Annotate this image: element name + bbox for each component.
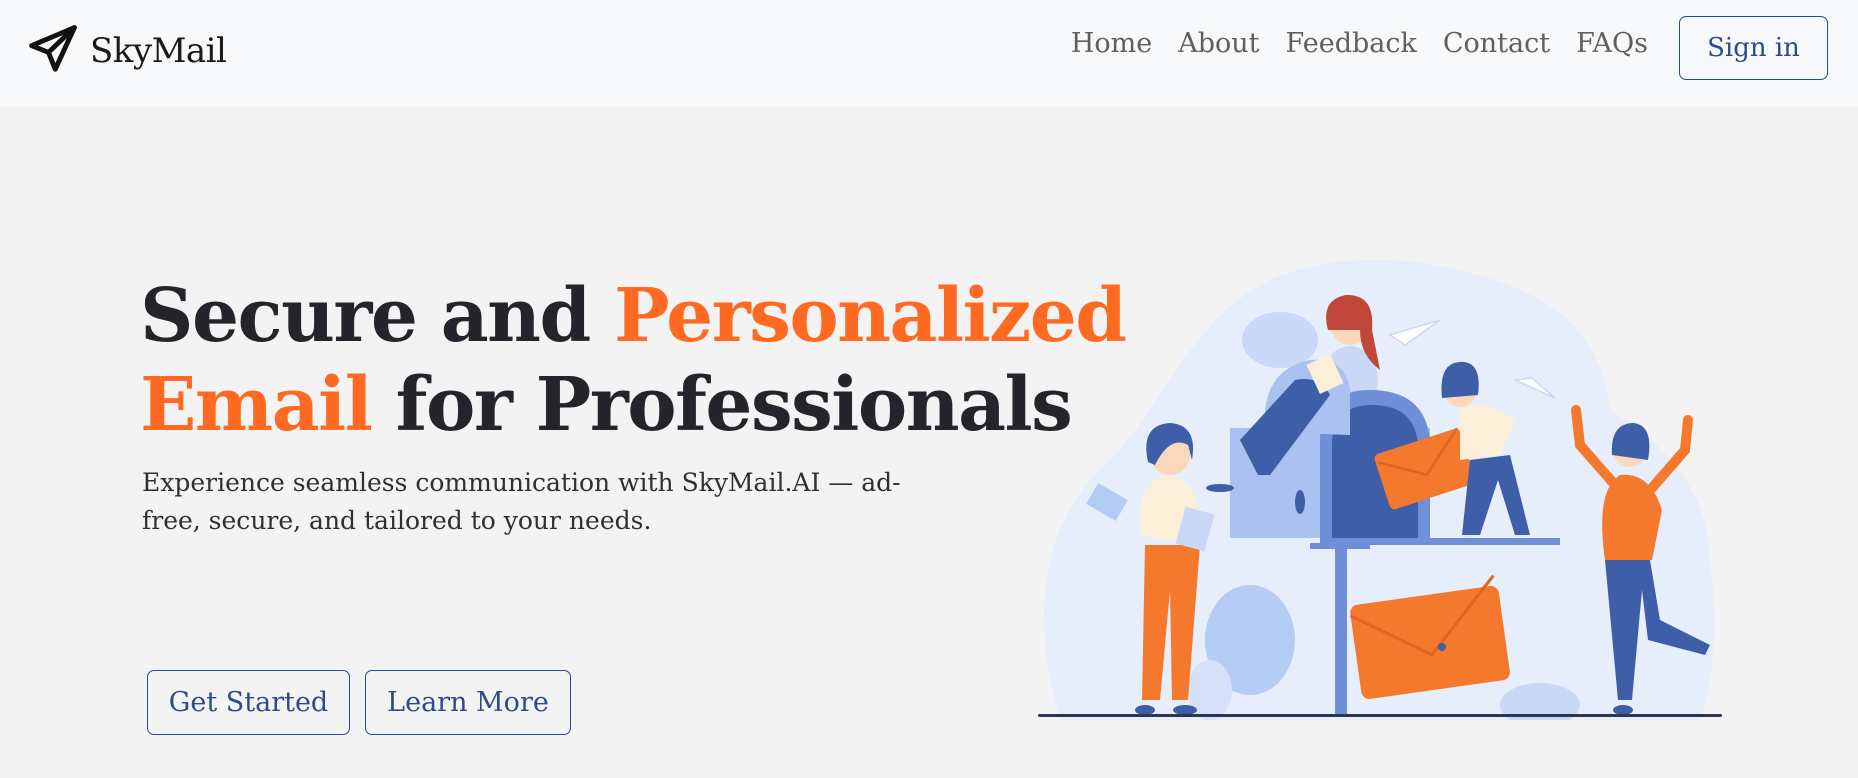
paper-plane-icon <box>26 22 80 80</box>
brand-name: SkyMail <box>90 31 227 71</box>
hero-title-accent: Email <box>140 362 373 448</box>
learn-more-button[interactable]: Learn More <box>365 670 571 735</box>
hero-title: Secure and Personalized Email for Profes… <box>140 272 1127 450</box>
hero-title-part: Secure and <box>140 273 614 359</box>
nav-link-about[interactable]: About <box>1178 28 1259 59</box>
navbar: SkyMail Home About Feedback Contact FAQs… <box>0 0 1858 107</box>
nav-link-home[interactable]: Home <box>1071 28 1152 59</box>
get-started-button[interactable]: Get Started <box>147 670 350 735</box>
hero-illustration <box>1038 260 1722 720</box>
brand-logo[interactable]: SkyMail <box>26 22 227 80</box>
nav-link-faqs[interactable]: FAQs <box>1576 28 1648 59</box>
nav-link-feedback[interactable]: Feedback <box>1286 28 1417 59</box>
hero-subtitle: Experience seamless communication with S… <box>142 468 901 535</box>
hero-title-part: for Professionals <box>371 362 1073 448</box>
ground-line <box>1038 714 1722 717</box>
sign-in-button[interactable]: Sign in <box>1679 16 1828 80</box>
nav-links: Home About Feedback Contact FAQs <box>1071 28 1648 59</box>
nav-link-contact[interactable]: Contact <box>1443 28 1550 59</box>
